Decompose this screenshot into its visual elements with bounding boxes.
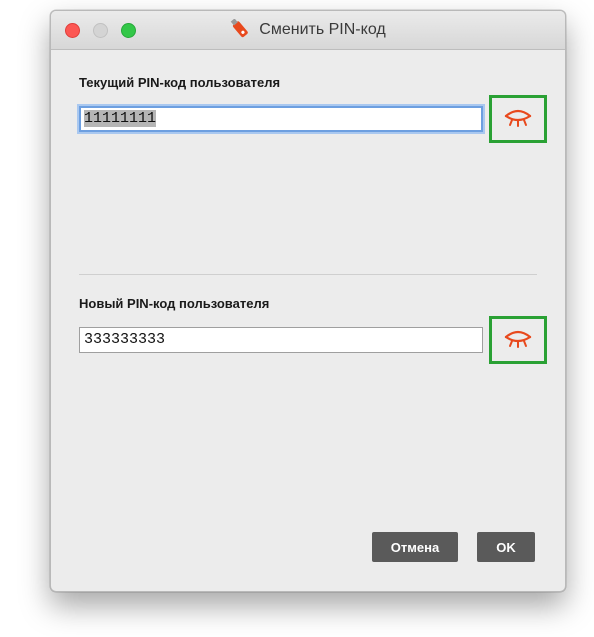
current-pin-field[interactable]: 11111111 [79, 106, 483, 132]
new-pin-value: 333333333 [84, 331, 166, 348]
change-pin-dialog: Сменить PIN-код Текущий PIN-код пользова… [50, 10, 566, 592]
usb-token-icon [231, 19, 249, 38]
ok-button[interactable]: OK [477, 532, 535, 562]
current-pin-label: Текущий PIN-код пользователя [79, 75, 281, 90]
current-pin-value: 11111111 [84, 110, 157, 127]
title-bar[interactable]: Сменить PIN-код [51, 11, 565, 50]
eye-closed-icon [504, 330, 532, 348]
show-new-pin-button[interactable] [489, 316, 547, 364]
window-title: Сменить PIN-код [51, 11, 565, 49]
eye-closed-icon [504, 109, 532, 127]
section-divider [79, 274, 537, 275]
show-current-pin-button[interactable] [489, 95, 547, 143]
new-pin-label: Новый PIN-код пользователя [79, 296, 270, 311]
window-title-text: Сменить PIN-код [259, 21, 386, 38]
cancel-button[interactable]: Отмена [372, 532, 458, 562]
new-pin-field[interactable]: 333333333 [79, 327, 483, 353]
